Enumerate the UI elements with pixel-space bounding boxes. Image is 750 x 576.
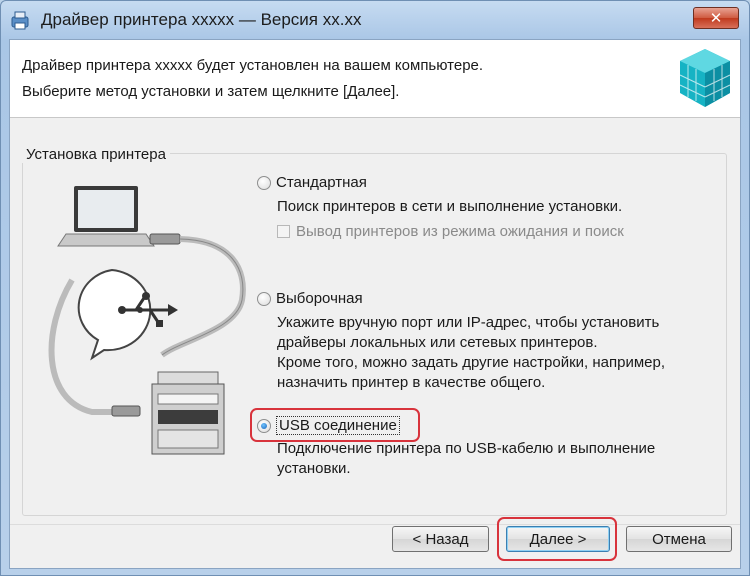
dialog-header: Драйвер принтера xxxxx будет установлен … <box>10 40 740 118</box>
close-icon: ✕ <box>709 9 723 27</box>
standard-description: Поиск принтеров в сети и выполнение уста… <box>277 198 623 215</box>
radio-standard[interactable]: Стандартная <box>257 174 367 191</box>
wake-printers-label: Вывод принтеров из режима ожидания и пои… <box>296 223 624 240</box>
cancel-button[interactable]: Отмена <box>626 526 732 552</box>
radio-custom-label: Выборочная <box>276 290 363 307</box>
window-title: Драйвер принтера xxxxx — Версия xx.xx <box>41 10 362 29</box>
title-bar[interactable]: Драйвер принтера xxxxx — Версия xx.xx ✕ <box>1 1 749 39</box>
custom-description-line4: назначить принтер в качестве общего. <box>277 374 546 391</box>
radio-usb-indicator[interactable] <box>257 418 271 433</box>
dialog-body: Драйвер принтера xxxxx будет установлен … <box>9 39 741 569</box>
custom-description-line2: драйверы локальных или сетевых принтеров… <box>277 334 598 351</box>
radio-standard-label: Стандартная <box>276 174 367 191</box>
back-button[interactable]: < Назад <box>392 526 489 552</box>
radio-custom[interactable]: Выборочная <box>257 290 363 307</box>
usb-description-line1: Подключение принтера по USB-кабелю и вып… <box>277 440 656 457</box>
radio-custom-indicator[interactable] <box>257 291 271 306</box>
usb-connection-illustration <box>48 186 246 455</box>
installer-window: Драйвер принтера xxxxx — Версия xx.xx ✕ … <box>0 0 750 576</box>
wake-printers-checkbox <box>277 225 290 238</box>
footer-separator <box>10 524 740 525</box>
header-text-line1: Драйвер принтера xxxxx будет установлен … <box>22 57 484 74</box>
next-button-highlight <box>497 517 617 561</box>
radio-usb[interactable]: USB соединение <box>257 416 400 435</box>
radio-standard-indicator[interactable] <box>257 175 271 190</box>
wake-printers-checkbox-row: Вывод принтеров из режима ожидания и пои… <box>277 223 624 240</box>
radio-usb-label: USB соединение <box>276 416 400 435</box>
custom-description-line3: Кроме того, можно задать другие настройк… <box>277 354 666 371</box>
product-cube-logo <box>679 49 731 107</box>
installer-icon <box>11 11 29 30</box>
group-title: Установка принтера <box>22 146 170 163</box>
close-button[interactable]: ✕ <box>693 7 739 29</box>
custom-description-line1: Укажите вручную порт или IP-адрес, чтобы… <box>277 314 660 331</box>
usb-description-line2: установки. <box>277 460 351 477</box>
header-text-line2: Выберите метод установки и затем щелкнит… <box>22 83 400 100</box>
